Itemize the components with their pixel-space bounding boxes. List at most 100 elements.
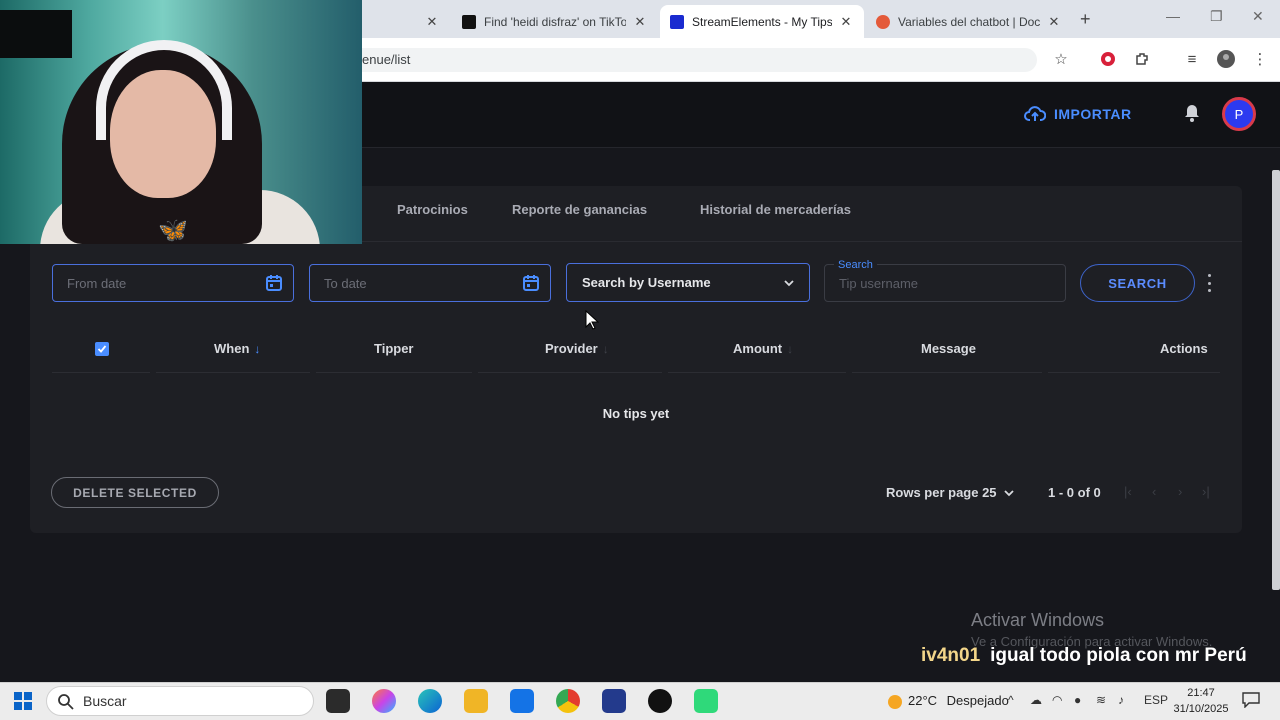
tab-patrocinios[interactable]: Patrocinios [397,202,468,217]
restore-icon[interactable]: ❐ [1210,8,1223,25]
bookmark-star-icon[interactable]: ☆ [1051,49,1071,69]
streamelements-icon [670,14,684,29]
weather-widget[interactable]: 22°C Despejado [888,693,1009,709]
tab-streamelements[interactable]: StreamElements - My Tips ✕ [660,5,864,38]
header-divider [52,372,150,373]
file-explorer-icon[interactable] [464,689,488,713]
tab-docs[interactable]: Variables del chatbot | Docu ✕ [866,5,1072,38]
header-divider [156,372,310,373]
tab-tiktok[interactable]: Find 'heidi disfraz' on TikTok ✕ [452,5,658,38]
wifi-icon[interactable]: ≋ [1096,693,1106,707]
to-date-field[interactable]: To date [309,264,551,302]
tiktok-icon [462,14,476,29]
url-text: enue/list [362,52,411,67]
tray-chevron-icon[interactable]: ^ [1008,693,1014,707]
edge-icon[interactable] [418,689,442,713]
header-divider [852,372,1042,373]
clock-time: 21:47 [1187,687,1215,699]
onedrive-icon[interactable]: ☁ [1030,693,1042,707]
app-icon[interactable] [602,689,626,713]
language-indicator[interactable]: ESP [1144,693,1168,707]
import-button[interactable]: IMPORTAR [1024,102,1132,126]
cloud-upload-icon [1024,106,1046,121]
streamlabs-icon[interactable] [694,689,718,713]
minimize-icon[interactable]: — [1166,8,1180,24]
volume-icon[interactable]: ♪ [1118,693,1124,707]
tab-historial-mercaderias[interactable]: Historial de mercaderías [700,202,851,217]
column-label: Provider [545,341,598,356]
search-by-value: Search by Username [582,275,711,290]
tab-title: Find 'heidi disfraz' on TikTok [484,14,626,29]
calendar-icon[interactable] [522,274,540,292]
column-provider[interactable]: Provider ↓ [545,341,609,356]
search-button[interactable]: SEARCH [1080,264,1195,302]
media-icon[interactable]: ≡ [1182,49,1202,69]
copilot-icon[interactable] [372,689,396,713]
tab-previous[interactable]: ✕ [362,5,450,38]
chat-message: igual todo piola con mr Perú [990,645,1247,666]
close-icon[interactable]: ✕ [1046,14,1062,30]
sort-down-icon: ↓ [787,341,794,356]
tab-reporte-ganancias[interactable]: Reporte de ganancias [512,202,647,217]
column-actions: Actions [1160,341,1208,356]
calendar-icon[interactable] [265,274,283,292]
task-view-icon[interactable] [326,689,350,713]
column-when[interactable]: When ↓ [214,341,260,356]
app-header [362,82,1280,148]
import-label: IMPORTAR [1054,106,1132,122]
search-icon [58,694,74,710]
search-by-select[interactable]: Search by Username [566,263,810,302]
docs-icon [876,14,890,29]
chevron-down-icon [784,280,794,287]
webcam-overlay: 🦋 [0,0,362,244]
rows-per-page-select[interactable]: Rows per page 25 [886,485,1015,500]
chrome-icon[interactable] [556,689,580,713]
bell-icon[interactable] [1184,104,1200,122]
temperature: 22°C [908,693,938,708]
tab-title: StreamElements - My Tips [692,14,832,29]
more-options-icon[interactable] [1204,274,1214,292]
previous-page-icon[interactable]: ‹ [1152,484,1156,499]
extension-red-icon[interactable] [1098,49,1118,69]
avatar[interactable]: P [1222,97,1256,131]
new-tab-button[interactable]: + [1080,9,1091,30]
outlook-icon[interactable] [510,689,534,713]
clock-date: 31/10/2025 [1173,703,1229,715]
activation-watermark-title: Activar Windows [971,610,1105,630]
taskbar-search[interactable]: Buscar [46,686,314,716]
column-amount[interactable]: Amount ↓ [733,341,793,356]
weather-icon [888,694,902,709]
taskbar-clock[interactable]: 21:47 31/10/2025 [1170,685,1232,717]
notifications-icon[interactable] [1242,692,1260,708]
delete-selected-button[interactable]: DELETE SELECTED [51,477,219,508]
rows-per-page-label: Rows per page 25 [886,485,997,500]
weather-condition: Despejado [946,693,1009,708]
close-icon[interactable]: ✕ [424,14,440,30]
window-close-icon[interactable]: ✕ [1252,8,1264,25]
empty-state: No tips yet [602,406,670,421]
select-all-checkbox[interactable] [95,342,109,356]
from-date-placeholder: From date [67,275,127,291]
close-icon[interactable]: ✕ [632,14,648,30]
browser-menu-icon[interactable]: ⋮ [1250,49,1270,69]
column-label: Amount [733,341,783,356]
obs-icon[interactable] [648,689,672,713]
last-page-icon[interactable]: ›| [1202,484,1210,499]
first-page-icon[interactable]: |‹ [1124,484,1132,499]
header-divider [668,372,846,373]
network-icon[interactable]: ◠ [1052,693,1062,707]
screen: ✕ Find 'heidi disfraz' on TikTok ✕ Strea… [0,0,1280,720]
page-scrollbar[interactable] [1272,170,1280,590]
column-label: Actions [1160,341,1208,356]
header-divider [1048,372,1220,373]
extensions-icon[interactable] [1132,49,1152,69]
from-date-field[interactable]: From date [52,264,294,302]
url-field[interactable]: enue/list [362,48,1037,72]
taskbar-search-placeholder: Buscar [83,693,127,709]
chat-user: iv4n01 [921,645,981,666]
close-icon[interactable]: ✕ [838,14,854,30]
microphone-icon[interactable]: ● [1074,693,1081,707]
next-page-icon[interactable]: › [1178,484,1182,499]
windows-start-icon[interactable] [14,692,32,710]
profile-icon[interactable] [1216,49,1236,69]
